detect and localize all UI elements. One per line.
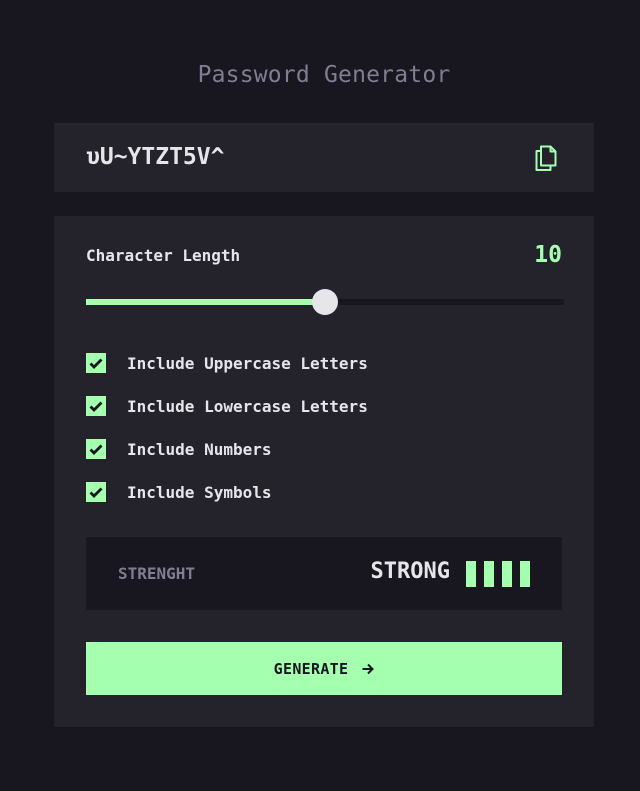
settings-panel: Character Length 10 Include Uppercase Le… [54,216,594,727]
slider-fill [86,299,325,305]
slider-thumb[interactable] [312,289,338,315]
checkbox-symbols[interactable] [86,482,106,502]
options-list: Include Uppercase Letters Include Lowerc… [86,352,368,524]
option-label: Include Uppercase Letters [127,353,368,373]
option-numbers[interactable]: Include Numbers [86,438,368,460]
checkbox-lowercase[interactable] [86,396,106,416]
strength-meter: STRENGHT STRONG [86,537,562,610]
length-value: 10 [534,242,562,268]
checkbox-uppercase[interactable] [86,353,106,373]
arrow-right-icon [362,663,375,674]
copy-button[interactable] [534,144,558,172]
option-symbols[interactable]: Include Symbols [86,481,368,503]
option-label: Include Lowercase Letters [127,396,368,416]
page-title: Password Generator [197,62,451,88]
strength-bars [466,561,530,587]
checkmark-icon [89,401,103,412]
strength-bar [484,561,494,587]
strength-bar [466,561,476,587]
length-slider[interactable] [86,288,564,316]
checkmark-icon [89,444,103,455]
length-label: Character Length [86,246,241,265]
copy-icon [535,145,557,171]
strength-bar [502,561,512,587]
generate-button[interactable]: GENERATE [86,642,562,695]
option-label: Include Symbols [127,482,272,502]
checkmark-icon [89,358,103,369]
password-text: υU~YTZT5V^ [86,144,225,170]
checkmark-icon [89,487,103,498]
generate-label: GENERATE [273,659,349,678]
option-lowercase[interactable]: Include Lowercase Letters [86,395,368,417]
option-label: Include Numbers [127,439,272,459]
checkbox-numbers[interactable] [86,439,106,459]
strength-bar [520,561,530,587]
strength-value: STRONG [370,559,450,584]
password-display: υU~YTZT5V^ [54,123,594,192]
strength-label: STRENGHT [118,564,196,583]
option-uppercase[interactable]: Include Uppercase Letters [86,352,368,374]
